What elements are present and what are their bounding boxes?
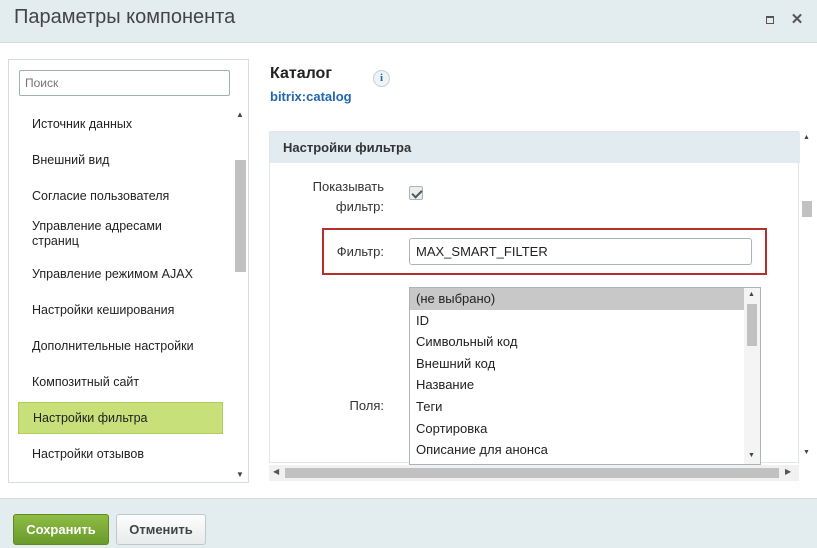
sidebar-nav: Источник данных Внешний вид Согласие пол… (18, 108, 223, 474)
cancel-button[interactable]: Отменить (116, 514, 206, 545)
sidebar-item-reviews[interactable]: Настройки отзывов (18, 434, 223, 474)
scroll-thumb[interactable] (235, 160, 246, 272)
close-icon: ✕ (790, 11, 804, 28)
list-item[interactable]: Название (410, 374, 760, 396)
fields-listbox[interactable]: (не выбрано) ID Символьный код Внешний к… (409, 287, 761, 465)
search-input[interactable] (19, 70, 230, 96)
list-item[interactable]: ID (410, 310, 760, 332)
listbox-scrollbar[interactable]: ▲ ▼ (744, 288, 760, 464)
window-titlebar: Параметры компонента ✕ (0, 0, 817, 42)
list-item[interactable]: Теги (410, 396, 760, 418)
filter-name-input[interactable] (409, 238, 752, 265)
sidebar-item-filter-settings[interactable]: Настройки фильтра (18, 402, 223, 434)
show-filter-label: Показывать фильтр: (312, 179, 384, 214)
list-item[interactable]: (не выбрано) (410, 288, 760, 310)
sidebar-item-page-addresses[interactable]: Управление адресами страниц (18, 212, 223, 256)
sidebar-item-ajax-mode[interactable]: Управление режимом AJAX (18, 256, 223, 292)
list-item[interactable]: Внешний код (410, 353, 760, 375)
settings-panel: Настройки фильтра Показывать фильтр: Фил… (269, 131, 800, 465)
show-filter-checkbox[interactable] (409, 186, 423, 200)
scroll-down-icon[interactable]: ▼ (236, 470, 244, 479)
list-item[interactable]: Символьный код (410, 331, 760, 353)
window-title: Параметры компонента (14, 6, 236, 28)
panel-vertical-scrollbar[interactable]: ▲ ▼ (799, 131, 815, 463)
scroll-right-icon[interactable]: ▶ (785, 467, 791, 476)
scroll-thumb[interactable] (802, 201, 812, 217)
scroll-thumb[interactable] (285, 468, 779, 478)
scroll-up-icon[interactable]: ▲ (748, 291, 755, 298)
sidebar-item-caching[interactable]: Настройки кеширования (18, 292, 223, 328)
list-item[interactable]: Описание для анонса (410, 439, 760, 461)
fields-label: Поля: (349, 398, 384, 413)
section-title: Настройки фильтра (270, 132, 800, 163)
maximize-button[interactable] (762, 12, 778, 28)
info-icon[interactable]: i (373, 70, 390, 87)
sidebar-item-user-consent[interactable]: Согласие пользователя (18, 180, 223, 212)
sidebar-item-additional[interactable]: Дополнительные настройки (18, 328, 223, 364)
close-button[interactable]: ✕ (789, 12, 805, 28)
component-name: Каталог (270, 65, 332, 82)
sidebar-item-appearance[interactable]: Внешний вид (18, 140, 223, 180)
scroll-down-icon[interactable]: ▼ (803, 449, 810, 456)
save-button[interactable]: Сохранить (13, 514, 109, 545)
scroll-up-icon[interactable]: ▲ (803, 134, 810, 141)
dialog-content: Источник данных Внешний вид Согласие пол… (0, 42, 817, 499)
scroll-up-icon[interactable]: ▲ (236, 110, 244, 119)
filter-label: Фильтр: (336, 244, 384, 259)
component-code: bitrix:catalog (270, 89, 352, 104)
scroll-left-icon[interactable]: ◀ (273, 467, 279, 476)
scroll-thumb[interactable] (747, 304, 757, 346)
sidebar-item-composite[interactable]: Композитный сайт (18, 364, 223, 400)
sidebar-item-data-source[interactable]: Источник данных (18, 108, 223, 140)
list-item[interactable]: Сортировка (410, 418, 760, 440)
panel-horizontal-scrollbar[interactable]: ◀ ▶ (269, 465, 799, 481)
maximize-icon (766, 16, 774, 24)
scroll-down-icon[interactable]: ▼ (748, 452, 755, 459)
sidebar: Источник данных Внешний вид Согласие пол… (8, 59, 249, 483)
sidebar-scrollbar[interactable]: ▲ ▼ (233, 108, 247, 482)
